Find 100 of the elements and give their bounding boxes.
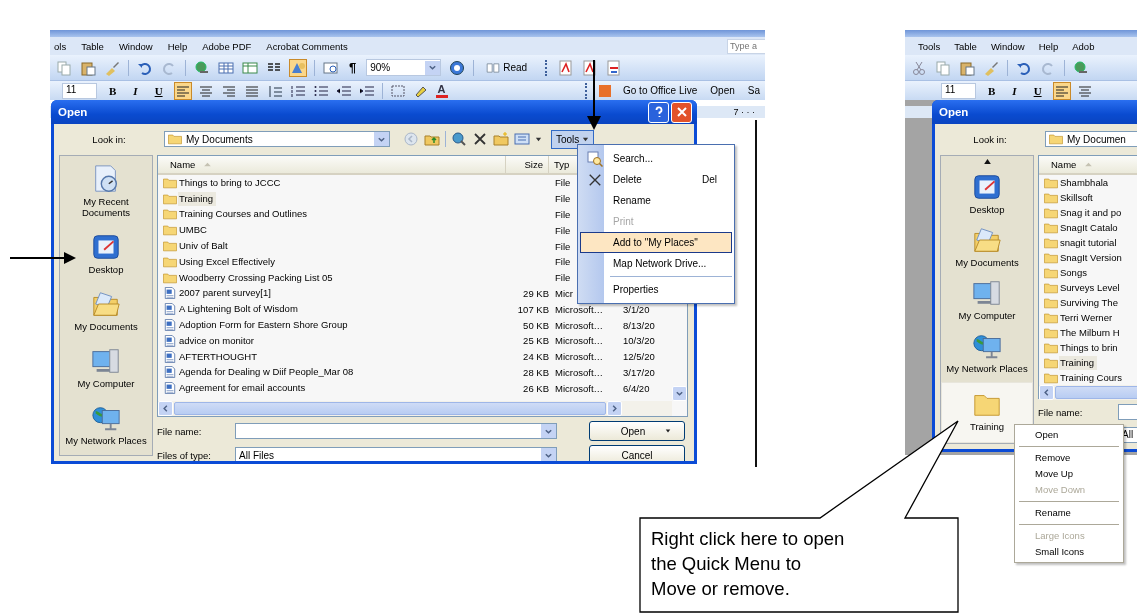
file-name[interactable]: snagit tutorial [1059, 235, 1120, 250]
format-button[interactable]: U [149, 84, 168, 97]
dropdown-button[interactable] [373, 132, 389, 146]
file-name[interactable]: 2007 parent survey[1] [178, 286, 274, 301]
menu-item[interactable]: Window [990, 40, 1025, 52]
places-button[interactable]: My Network Places [61, 401, 151, 448]
align-left-icon[interactable] [174, 82, 191, 99]
dropdown-button[interactable] [424, 60, 441, 75]
open-button[interactable]: Open [589, 421, 685, 441]
views-icon[interactable] [514, 131, 530, 147]
dropdown-button[interactable] [540, 424, 556, 438]
menu-item[interactable]: Table [954, 40, 977, 52]
format-button[interactable]: I [1007, 84, 1022, 97]
menu-item[interactable]: Properties [580, 279, 732, 300]
file-name[interactable]: Agreement for email accounts [178, 381, 309, 396]
drawing-tools-icon[interactable] [290, 59, 306, 76]
file-name[interactable]: Training Cours [1059, 370, 1125, 385]
pdf-icon[interactable] [582, 59, 599, 76]
format-button[interactable]: U [1028, 84, 1047, 97]
menu-item[interactable]: Move Up [1015, 466, 1123, 482]
file-name[interactable]: AFTERTHOUGHT [178, 349, 260, 364]
scroll-thumb[interactable] [174, 402, 606, 415]
spreadsheet-icon[interactable] [242, 59, 258, 76]
caret-icon[interactable] [535, 135, 542, 143]
file-name[interactable]: Woodberry Crossing Packing List 05 [178, 270, 336, 285]
menu-item[interactable]: Rename [580, 190, 732, 211]
menu-item[interactable]: ols [54, 40, 67, 52]
font-color-button[interactable]: A [435, 83, 448, 98]
dropdown-button[interactable] [540, 448, 556, 461]
table-icon[interactable] [218, 59, 234, 76]
copy-icon[interactable] [935, 59, 951, 76]
places-button[interactable]: My Network Places [941, 329, 1033, 376]
align-left-icon[interactable] [1053, 82, 1070, 99]
close-button[interactable] [671, 101, 692, 123]
brush-icon[interactable] [983, 59, 999, 76]
globe-link-icon[interactable] [1073, 59, 1089, 76]
file-name[interactable]: Using Excel Effectively [178, 254, 278, 269]
look-in-combo[interactable]: My Documen [1045, 131, 1137, 147]
places-button[interactable]: Desktop [941, 170, 1033, 217]
paste-icon[interactable] [80, 59, 96, 76]
file-name[interactable]: A Lightening Bolt of Wisdom [178, 302, 301, 317]
menu-item[interactable]: Help [1038, 40, 1059, 52]
places-button[interactable]: Desktop [84, 230, 128, 277]
format-button[interactable]: B [983, 84, 1001, 97]
file-type-combo[interactable]: All Files [235, 447, 557, 461]
menu-item[interactable]: Acrobat Comments [266, 40, 348, 52]
file-name[interactable]: Shambhala [1059, 175, 1112, 190]
file-name[interactable]: Things to brin [1059, 340, 1121, 355]
file-name-field[interactable] [235, 423, 557, 439]
file-name[interactable]: Songs [1059, 265, 1090, 280]
zoom-combo[interactable]: 90% [366, 59, 442, 76]
menu-item[interactable]: Tools [918, 40, 941, 52]
file-name[interactable]: Agenda for Dealing w Diif People_Mar 08 [178, 365, 357, 380]
open-menu-button[interactable]: Open [707, 85, 738, 96]
file-name[interactable]: SnagIt Version [1059, 250, 1125, 265]
look-in-combo[interactable]: My Documents [164, 131, 390, 147]
column-header[interactable]: Name [158, 156, 506, 173]
file-name[interactable]: Surveys Level [1059, 280, 1123, 295]
menu-item[interactable]: Adob [1072, 40, 1095, 52]
brush-icon[interactable] [104, 59, 120, 76]
file-name[interactable]: Adoption Form for Eastern Shore Group [178, 318, 351, 333]
places-button[interactable]: My Documents [70, 287, 142, 334]
places-button[interactable]: My Computer [941, 276, 1033, 323]
menu-item[interactable]: Rename [1015, 505, 1123, 521]
places-button[interactable]: Training [941, 382, 1033, 443]
read-button[interactable]: Read [482, 62, 532, 73]
scroll-left-button[interactable] [1039, 385, 1054, 400]
copy-icon[interactable] [56, 59, 72, 76]
font-size-combo[interactable]: 11 [941, 82, 976, 99]
scroll-left-button[interactable] [158, 401, 173, 416]
delete-icon[interactable] [472, 131, 488, 147]
file-name[interactable]: advice on monitor [178, 333, 257, 348]
show-formatting-button[interactable]: ¶ [347, 60, 359, 75]
file-name[interactable]: The Milburn H [1059, 325, 1123, 340]
menu-item[interactable]: Add to "My Places" [580, 232, 732, 253]
tools-button[interactable]: Tools [551, 129, 595, 149]
column-header[interactable]: Size [506, 156, 549, 173]
toolbar-button[interactable]: Sa [744, 85, 763, 96]
file-name[interactable]: UMBC [178, 223, 210, 238]
menu-item[interactable]: Remove [1015, 450, 1123, 466]
places-button[interactable]: My Computer [73, 344, 139, 391]
help-search-field[interactable]: Type a [727, 38, 765, 54]
file-name[interactable]: Training [178, 191, 216, 206]
menu-item[interactable]: Help [167, 40, 188, 52]
scroll-up-arrow-icon[interactable] [983, 159, 991, 164]
file-name[interactable]: Training [1059, 355, 1097, 370]
search-web-icon[interactable] [451, 131, 467, 147]
scroll-right-button[interactable] [607, 401, 622, 416]
border-icon[interactable] [389, 82, 406, 99]
file-name[interactable]: Skillsoft [1059, 190, 1096, 205]
menu-item[interactable]: Table [81, 40, 104, 52]
office-live-button[interactable]: Go to Office Live [620, 85, 701, 96]
office-live-icon[interactable] [597, 82, 613, 99]
menu-item[interactable]: Search... [580, 148, 732, 169]
menu-item[interactable]: Adobe PDF [202, 40, 252, 52]
paste-icon[interactable] [959, 59, 975, 76]
file-name[interactable]: Terri Werner [1059, 310, 1116, 325]
horizontal-scrollbar[interactable] [158, 401, 672, 416]
scroll-down-button[interactable] [672, 386, 687, 401]
globe-link-icon[interactable] [194, 59, 210, 76]
